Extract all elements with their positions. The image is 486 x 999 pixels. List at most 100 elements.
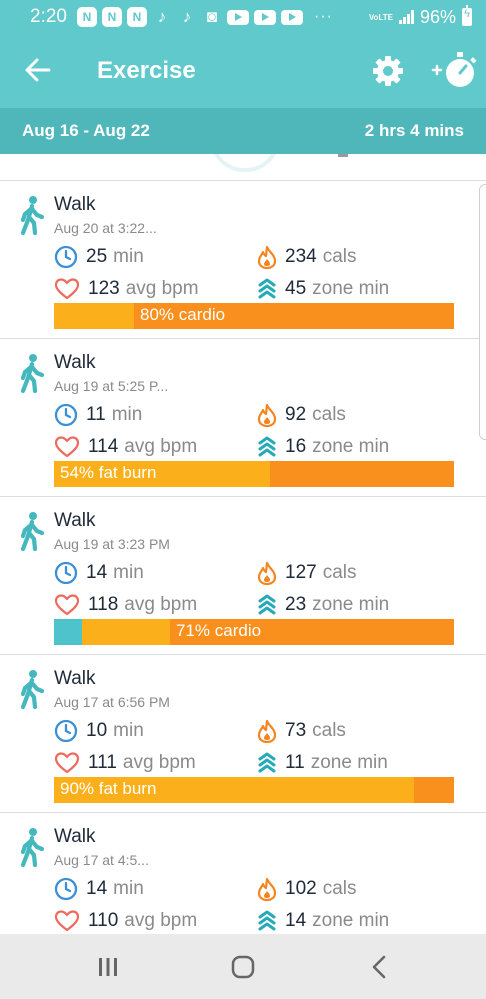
heart-rate-stat: 123 avg bpm	[54, 277, 199, 301]
duration-stat: 14 min	[54, 877, 144, 901]
heart-rate-stat: 118 avg bpm	[54, 593, 197, 617]
clock-icon	[54, 719, 78, 743]
summary-bar: Aug 16 - Aug 22 2 hrs 4 mins	[0, 108, 486, 154]
exercise-title: Walk	[54, 352, 96, 373]
zone-minutes-stat: 14 zone min	[257, 909, 389, 933]
calories-value: 92	[285, 404, 307, 425]
calories-value: 102	[285, 878, 317, 899]
exercise-date: Aug 19 at 5:25 P...	[54, 378, 169, 394]
flame-icon	[257, 561, 277, 585]
youtube-icon	[253, 9, 276, 25]
network-n-icon: N	[101, 7, 122, 27]
duration-value: 14	[86, 878, 108, 899]
avg-bpm-unit: avg bpm	[124, 436, 198, 457]
avg-bpm-unit: avg bpm	[124, 910, 198, 931]
zone-minutes-stat: 23 zone min	[257, 593, 389, 617]
duration-value: 25	[86, 246, 108, 267]
zone-min-unit: zone min	[312, 436, 390, 457]
back-chevron-icon[interactable]	[365, 952, 395, 982]
zone-minutes-icon	[258, 752, 276, 773]
zone-bar-label: 80% cardio	[140, 305, 226, 324]
tiktok-icon: ♪	[182, 7, 192, 26]
heart-icon	[54, 752, 80, 774]
date-range[interactable]: Aug 16 - Aug 22	[22, 121, 150, 141]
duration-stat: 10 min	[54, 719, 144, 743]
exercise-item[interactable]: Walk Aug 19 at 5:25 P... 11 min 92 cals 114 avg…	[0, 339, 486, 497]
exercise-item[interactable]: Walk Aug 17 at 4:5... 14 min 102 cals 110 avg b…	[0, 813, 486, 934]
calories-stat: 73 cals	[257, 719, 346, 743]
avg-bpm-unit: avg bpm	[124, 594, 198, 615]
page-title: Exercise	[97, 57, 196, 84]
status-bar: 2:20 N N N ♪ ♪ ◙ ··· VoLTE 96%	[0, 0, 486, 34]
instagram-icon: ◙	[206, 7, 218, 26]
zone-minutes-icon	[258, 594, 276, 615]
calories-unit: cals	[312, 720, 346, 741]
zone-min-unit: zone min	[312, 594, 390, 615]
status-time: 2:20	[30, 6, 67, 27]
zone-segment-out-of-zone	[54, 619, 82, 645]
zone-minutes-icon	[258, 910, 276, 931]
calories-stat: 127 cals	[257, 561, 357, 585]
flame-icon	[257, 245, 277, 269]
tiktok-icon: ♪	[157, 7, 167, 26]
exercise-title: Walk	[54, 826, 96, 847]
signal-icon	[398, 10, 414, 24]
duration-unit: min	[113, 562, 144, 583]
heart-icon	[54, 436, 80, 458]
clock-icon	[54, 403, 78, 427]
calories-unit: cals	[312, 404, 346, 425]
duration-stat: 11 min	[54, 403, 142, 427]
exercise-item[interactable]: Walk Aug 19 at 3:23 PM 14 min 127 cals 118 avg …	[0, 497, 486, 655]
chart-shape-peek	[210, 154, 280, 172]
zone-min-unit: zone min	[312, 278, 390, 299]
heart-zone-bar: 71% cardio	[54, 619, 454, 645]
calories-unit: cals	[322, 246, 357, 267]
duration-value: 10	[86, 720, 108, 741]
app-bar: Exercise	[0, 34, 486, 108]
heart-zone-bar: 54% fat burn	[54, 461, 454, 487]
status-notification-icons: N N N ♪ ♪ ◙ ···	[76, 7, 369, 27]
youtube-icon	[226, 9, 249, 25]
heart-rate-stat: 114 avg bpm	[54, 435, 197, 459]
heart-rate-stat: 110 avg bpm	[54, 909, 197, 933]
calories-value: 234	[285, 246, 317, 267]
exercise-item[interactable]: Walk Aug 17 at 6:56 PM 10 min 73 cals 111 avg b…	[0, 655, 486, 813]
zone-min-unit: zone min	[312, 910, 390, 931]
exercise-list[interactable]: Walk Aug 20 at 3:22... 25 min 234 cals 123 avg …	[0, 154, 486, 934]
volte-icon: VoLTE	[368, 12, 393, 22]
zone-min-value: 16	[285, 436, 307, 457]
home-icon[interactable]	[228, 952, 258, 982]
avg-bpm-value: 110	[88, 910, 119, 931]
walk-icon	[20, 196, 45, 235]
calories-unit: cals	[322, 562, 357, 583]
avg-bpm-unit: avg bpm	[125, 278, 199, 299]
zone-minutes-stat: 45 zone min	[257, 277, 389, 301]
plus-stopwatch-icon[interactable]	[430, 50, 478, 90]
avg-bpm-value: 111	[88, 752, 117, 773]
zone-bar-label: 90% fat burn	[60, 779, 157, 798]
recent-apps-icon[interactable]	[93, 952, 123, 982]
arrow-left-icon[interactable]	[24, 56, 52, 84]
heart-icon	[54, 910, 80, 932]
network-n-icon: N	[126, 7, 147, 27]
zone-minutes-stat: 11 zone min	[257, 751, 388, 775]
zone-segment-fat-burn	[54, 303, 134, 329]
duration-unit: min	[113, 246, 144, 267]
exercise-date: Aug 19 at 3:23 PM	[54, 536, 170, 552]
exercise-item[interactable]: Walk Aug 20 at 3:22... 25 min 234 cals 123 avg …	[0, 181, 486, 339]
duration-stat: 25 min	[54, 245, 144, 269]
calories-unit: cals	[322, 878, 357, 899]
duration-unit: min	[113, 720, 144, 741]
total-duration: 2 hrs 4 mins	[364, 121, 464, 140]
exercise-date: Aug 17 at 4:5...	[54, 852, 149, 868]
gear-icon[interactable]	[371, 54, 405, 88]
exercise-date: Aug 17 at 6:56 PM	[54, 694, 170, 710]
more-notifications-icon: ···	[313, 8, 333, 25]
calories-stat: 102 cals	[257, 877, 357, 901]
clock-icon	[54, 245, 78, 269]
scroll-handle[interactable]	[479, 184, 486, 440]
flame-icon	[257, 719, 277, 743]
zone-min-value: 45	[285, 278, 307, 299]
flame-icon	[257, 403, 277, 427]
duration-stat: 14 min	[54, 561, 144, 585]
